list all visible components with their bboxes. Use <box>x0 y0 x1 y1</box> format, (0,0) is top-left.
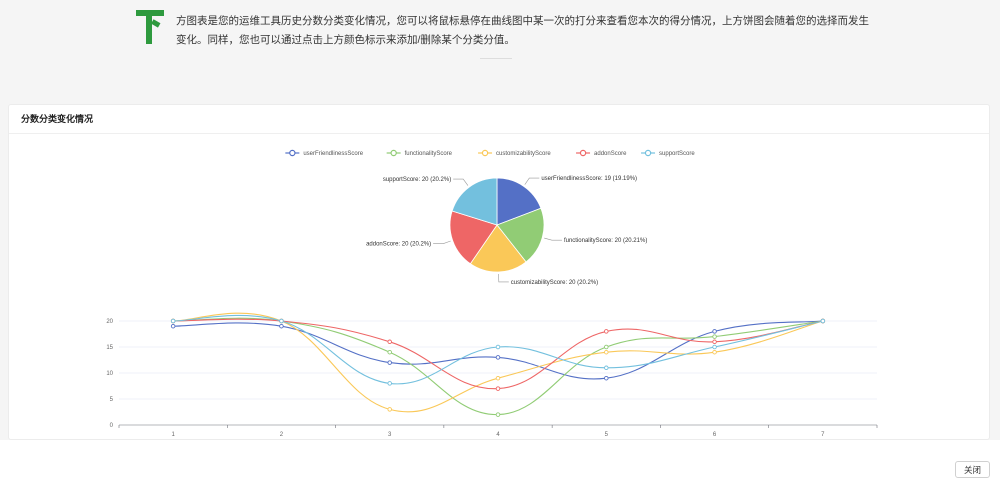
legend-marker-supportScore[interactable] <box>644 149 652 157</box>
y-tick-label: 5 <box>110 397 114 403</box>
data-point-customizabilityScore[interactable] <box>495 375 501 381</box>
data-point-functionalityScore[interactable] <box>387 349 392 355</box>
pie-label-line <box>453 178 469 186</box>
data-point-functionalityScore[interactable] <box>495 412 501 417</box>
data-point-functionalityScore[interactable] <box>604 344 609 350</box>
data-point-supportScore[interactable] <box>387 381 392 386</box>
data-point-supportScore[interactable] <box>712 344 717 350</box>
data-point-userFriendlinessScore[interactable] <box>712 329 717 334</box>
intro-description: 方图表是您的运维工具历史分数分类变化情况，您可以将鼠标悬停在曲线图中某一次的打分… <box>176 15 869 46</box>
data-point-customizabilityScore[interactable] <box>712 349 717 355</box>
y-tick-label: 10 <box>106 371 113 377</box>
t-shaped-logo-icon <box>136 10 164 44</box>
legend-marker-userFriendlinessScore[interactable] <box>289 149 296 157</box>
y-tick-label: 20 <box>106 319 113 325</box>
data-point-userFriendlinessScore[interactable] <box>279 323 284 329</box>
data-point-addonScore[interactable] <box>604 329 609 334</box>
legend-label-customizabilityScore[interactable]: customizabilityScore <box>496 151 551 157</box>
data-point-functionalityScore[interactable] <box>712 334 717 339</box>
pie-label-customizabilityScore: customizabilityScore: 20 (20.2%) <box>511 280 598 286</box>
x-tick-label: 7 <box>821 432 825 438</box>
intro-panel: 方图表是您的运维工具历史分数分类变化情况，您可以将鼠标悬停在曲线图中某一次的打分… <box>0 0 1000 100</box>
pie-label-userFriendlinessScore: userFriendlinessScore: 19 (19.19%) <box>541 176 637 182</box>
pie-label-line <box>544 237 562 241</box>
pie-label-line <box>524 177 540 185</box>
legend-label-supportScore[interactable]: supportScore <box>659 151 695 157</box>
data-point-userFriendlinessScore[interactable] <box>604 375 609 381</box>
series-line-functionalityScore[interactable] <box>173 317 823 416</box>
data-point-addonScore[interactable] <box>712 339 717 345</box>
pie-label-functionalityScore: functionalityScore: 20 (20.21%) <box>564 238 647 244</box>
pie-label-supportScore: supportScore: 20 (20.2%) <box>383 177 451 183</box>
pie-label-line <box>498 273 509 283</box>
close-button[interactable]: 关闭 <box>954 461 990 478</box>
data-point-supportScore[interactable] <box>495 344 501 350</box>
intro-divider <box>480 58 512 59</box>
pie-label-line <box>433 240 451 244</box>
data-point-userFriendlinessScore[interactable] <box>170 323 176 329</box>
data-point-userFriendlinessScore[interactable] <box>387 360 392 365</box>
pie-label-addonScore: addonScore: 20 (20.2%) <box>366 242 431 248</box>
legend-label-functionalityScore[interactable]: functionalityScore <box>405 151 453 157</box>
legend-marker-addonScore[interactable] <box>579 149 587 157</box>
series-line-supportScore[interactable] <box>173 314 823 385</box>
data-point-supportScore[interactable] <box>820 318 826 324</box>
data-point-addonScore[interactable] <box>495 386 501 391</box>
data-point-userFriendlinessScore[interactable] <box>495 355 501 360</box>
x-tick-label: 1 <box>171 432 175 438</box>
legend-label-userFriendlinessScore[interactable]: userFriendlinessScore <box>303 151 363 157</box>
y-tick-label: 15 <box>106 345 113 351</box>
series-line-customizabilityScore[interactable] <box>173 312 824 413</box>
data-point-addonScore[interactable] <box>387 339 392 345</box>
footer-bar: 关闭 <box>0 440 1000 481</box>
x-tick-label: 4 <box>496 432 500 438</box>
x-tick-label: 3 <box>388 432 392 438</box>
x-tick-label: 5 <box>605 432 609 438</box>
data-point-supportScore[interactable] <box>279 318 284 324</box>
legend-marker-customizabilityScore[interactable] <box>481 149 489 157</box>
x-tick-label: 2 <box>280 432 284 438</box>
y-tick-label: 0 <box>110 423 114 429</box>
data-point-customizabilityScore[interactable] <box>604 349 609 355</box>
x-tick-label: 6 <box>713 432 717 438</box>
legend-label-addonScore[interactable]: addonScore <box>594 151 627 157</box>
data-point-customizabilityScore[interactable] <box>387 407 392 412</box>
score-chart[interactable]: userFriendlinessScore functionalityScore c… <box>9 105 989 439</box>
data-point-supportScore[interactable] <box>604 365 609 371</box>
data-point-supportScore[interactable] <box>170 318 176 324</box>
score-chart-card: 分数分类变化情况 userFriendlinessScore functional… <box>8 104 990 440</box>
legend-marker-functionalityScore[interactable] <box>390 149 397 157</box>
